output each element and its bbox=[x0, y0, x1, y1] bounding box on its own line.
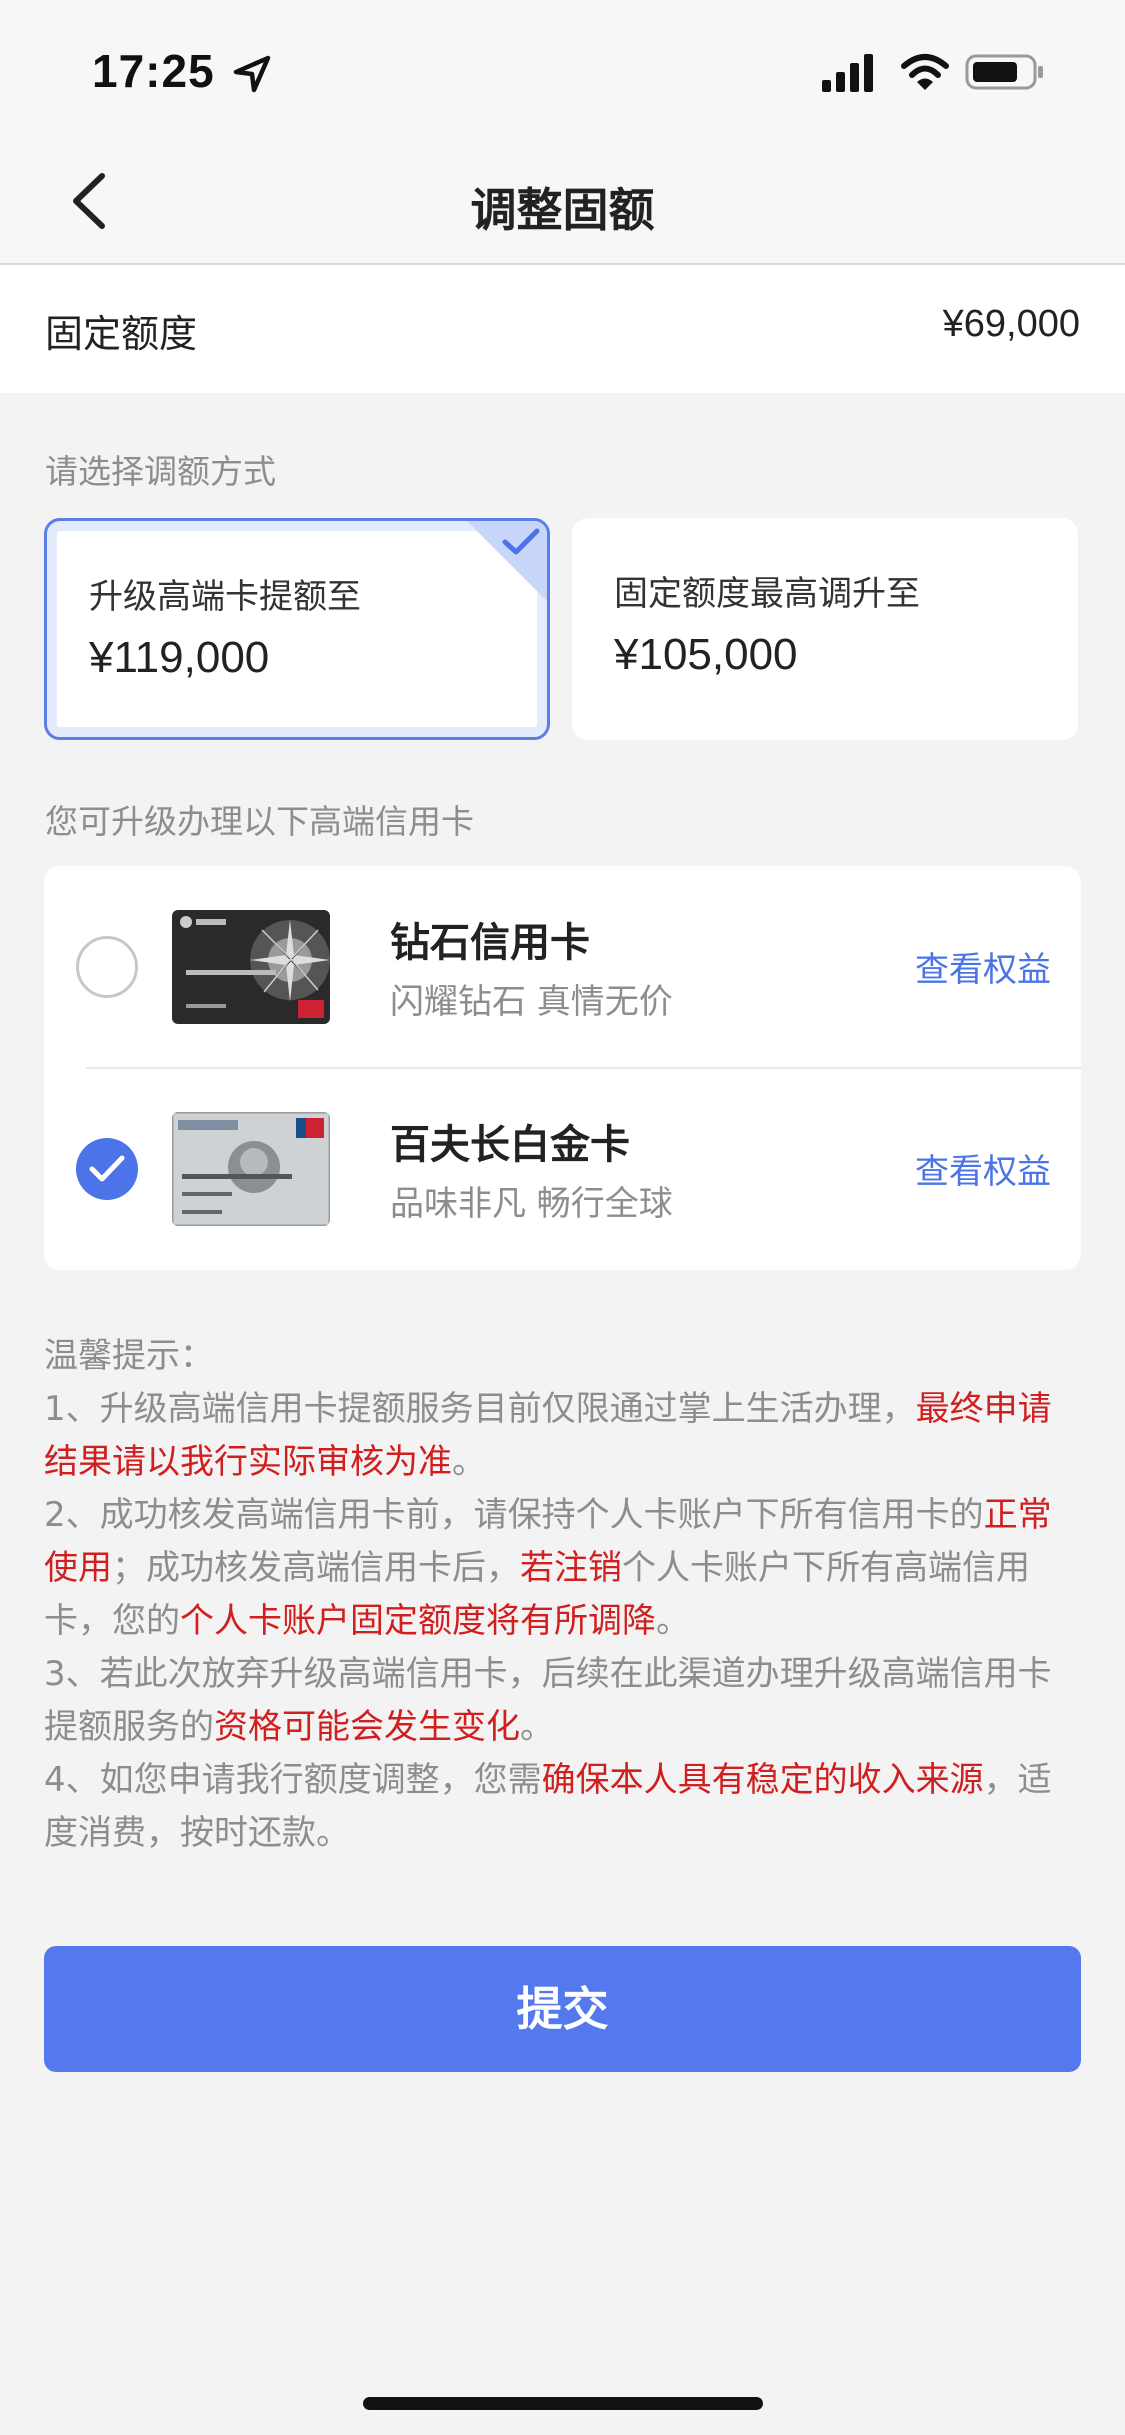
radio-button[interactable] bbox=[76, 1138, 138, 1200]
tip-highlight: 确保本人具有稳定的收入来源 bbox=[541, 1760, 984, 1800]
tip-highlight: 若注销 bbox=[520, 1548, 622, 1588]
tip-text: 。 bbox=[520, 1707, 554, 1747]
tip-highlight: 个人卡账户固定额度将有所调降 bbox=[180, 1601, 656, 1641]
card-list: 钻石信用卡 闪耀钻石 真情无价 查看权益 百夫长白金卡 品味非凡 畅行全球 查看… bbox=[44, 866, 1081, 1270]
adjust-method-label: 请选择调额方式 bbox=[45, 452, 276, 491]
card-desc: 品味非凡 畅行全球 bbox=[390, 1184, 673, 1224]
tip-text: 1、升级高端信用卡提额服务目前仅限通过掌上生活办理， bbox=[44, 1389, 916, 1429]
tip-3: 3、若此次放弃升级高端信用卡，后续在此渠道办理升级高端信用卡提额服务的资格可能会… bbox=[44, 1648, 1084, 1754]
home-indicator bbox=[363, 2397, 763, 2410]
tip-text: 。 bbox=[656, 1601, 690, 1641]
fixed-limit-value: ¥69,000 bbox=[942, 303, 1080, 345]
option-upgrade-card[interactable]: 升级高端卡提额至 ¥119,000 bbox=[44, 518, 550, 740]
option-raise-fixed-limit[interactable]: 固定额度最高调升至 ¥105,000 bbox=[572, 518, 1078, 740]
status-bar: 17:25 bbox=[0, 0, 1125, 140]
view-benefits-link[interactable]: 查看权益 bbox=[915, 1144, 1051, 1193]
diamond-card-image bbox=[172, 910, 330, 1024]
cards-section-label: 您可升级办理以下高端信用卡 bbox=[45, 802, 474, 841]
tip-1: 1、升级高端信用卡提额服务目前仅限通过掌上生活办理，最终申请结果请以我行实际审核… bbox=[44, 1383, 1084, 1489]
centurion-card-image bbox=[172, 1112, 330, 1226]
tips-title: 温馨提示： bbox=[44, 1336, 214, 1376]
view-benefits-link[interactable]: 查看权益 bbox=[915, 942, 1051, 991]
list-item[interactable]: 百夫长白金卡 品味非凡 畅行全球 查看权益 bbox=[44, 1068, 1081, 1270]
tip-highlight: 资格可能会发生变化 bbox=[214, 1707, 520, 1747]
option-label: 升级高端卡提额至 bbox=[89, 577, 361, 617]
tip-text: ；成功核发高端信用卡后， bbox=[112, 1548, 520, 1588]
tip-text: 。 bbox=[452, 1442, 486, 1482]
nav-bar: 调整固额 bbox=[0, 140, 1125, 265]
card-name: 百夫长白金卡 bbox=[390, 1122, 630, 1168]
status-time: 17:25 bbox=[92, 45, 215, 97]
fixed-limit-label: 固定额度 bbox=[45, 312, 198, 356]
list-item[interactable]: 钻石信用卡 闪耀钻石 真情无价 查看权益 bbox=[44, 866, 1081, 1069]
card-name: 钻石信用卡 bbox=[390, 920, 590, 966]
card-desc: 闪耀钻石 真情无价 bbox=[390, 982, 673, 1022]
submit-button[interactable]: 提交 bbox=[44, 1946, 1081, 2072]
tips-section: 温馨提示： 1、升级高端信用卡提额服务目前仅限通过掌上生活办理，最终申请结果请以… bbox=[44, 1330, 1084, 1860]
option-amount: ¥105,000 bbox=[614, 630, 798, 679]
option-label: 固定额度最高调升至 bbox=[614, 574, 920, 614]
option-amount: ¥119,000 bbox=[89, 633, 270, 682]
tip-2: 2、成功核发高端信用卡前，请保持个人卡账户下所有信用卡的正常使用；成功核发高端信… bbox=[44, 1489, 1084, 1648]
checkmark-icon bbox=[502, 528, 540, 555]
tip-text: 4、如您申请我行额度调整，您需 bbox=[44, 1760, 542, 1800]
battery-icon bbox=[965, 54, 1043, 90]
wifi-icon bbox=[901, 54, 949, 90]
tip-4: 4、如您申请我行额度调整，您需确保本人具有稳定的收入来源，适度消费，按时还款。 bbox=[44, 1754, 1084, 1860]
fixed-limit-row: 固定额度 ¥69,000 bbox=[0, 265, 1125, 393]
radio-button[interactable] bbox=[76, 936, 138, 998]
cellular-signal-icon bbox=[822, 54, 873, 92]
location-arrow-icon bbox=[233, 55, 271, 93]
page-title: 调整固额 bbox=[470, 183, 655, 237]
tip-text: 2、成功核发高端信用卡前，请保持个人卡账户下所有信用卡的 bbox=[44, 1495, 984, 1535]
checkmark-icon bbox=[89, 1155, 125, 1182]
